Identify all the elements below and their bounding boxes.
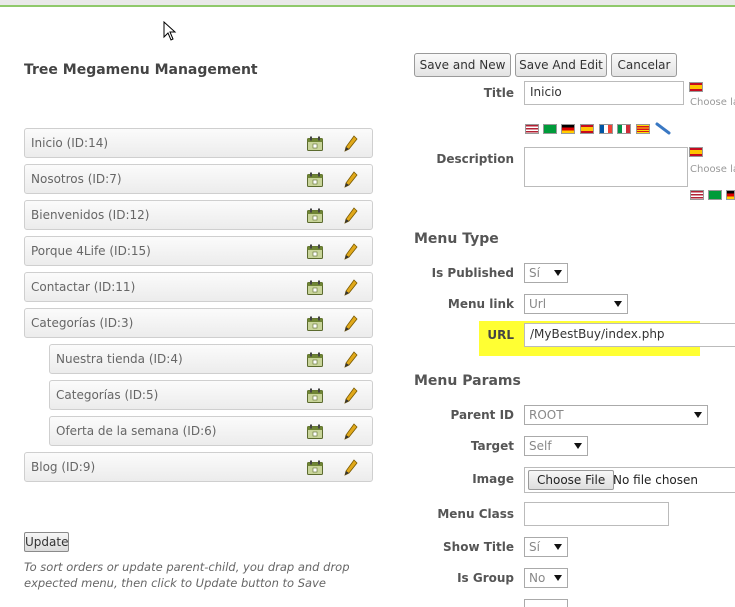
tree-item[interactable]: Oferta de la semana (ID:6): [49, 416, 373, 446]
flag-de-icon[interactable]: [726, 190, 735, 200]
translate-tool-icon[interactable]: [655, 122, 671, 135]
description-label: Description: [436, 152, 514, 166]
calendar-icon[interactable]: [307, 424, 323, 439]
calendar-icon[interactable]: [307, 352, 323, 367]
choose-language-text: Choose la: [690, 164, 735, 175]
calendar-icon[interactable]: [307, 388, 323, 403]
tree-item-label: Contactar (ID:11): [31, 280, 136, 294]
pencil-edit-icon[interactable]: [344, 387, 358, 404]
tree-item-label: Categorías (ID:5): [56, 388, 159, 402]
flag-us-icon[interactable]: [690, 190, 704, 200]
tree-item[interactable]: Contactar (ID:11): [24, 272, 373, 302]
is-group-select[interactable]: No: [524, 568, 568, 588]
calendar-icon[interactable]: [307, 280, 323, 295]
pencil-edit-icon[interactable]: [344, 315, 358, 332]
menu-link-label: Menu link: [447, 297, 514, 311]
calendar-icon[interactable]: [307, 316, 323, 331]
title-input[interactable]: Inicio: [524, 81, 684, 105]
tree-item[interactable]: Porque 4Life (ID:15): [24, 236, 373, 266]
calendar-icon[interactable]: [307, 208, 323, 223]
menu-type-heading: Menu Type: [414, 231, 499, 247]
tree-title: Tree Megamenu Management: [24, 62, 258, 78]
is-published-select[interactable]: Sí: [524, 263, 568, 283]
tree-item[interactable]: Inicio (ID:14): [24, 128, 373, 158]
parent-id-select[interactable]: ROOT: [524, 405, 708, 425]
top-bar: [0, 0, 735, 7]
menu-class-label: Menu Class: [437, 507, 514, 521]
tree-item[interactable]: Blog (ID:9): [24, 452, 373, 482]
flag-br-icon[interactable]: [708, 190, 722, 200]
tree-item[interactable]: Nosotros (ID:7): [24, 164, 373, 194]
flag-fr-icon[interactable]: [599, 124, 613, 134]
partial-select[interactable]: [524, 599, 568, 607]
show-title-select[interactable]: Sí: [524, 537, 568, 557]
pencil-edit-icon[interactable]: [344, 459, 358, 476]
show-title-label: Show Title: [443, 540, 514, 554]
description-textarea[interactable]: [524, 147, 688, 187]
save-and-new-button[interactable]: Save and New: [414, 53, 511, 77]
target-select[interactable]: Self: [524, 436, 588, 456]
title-label: Title: [483, 86, 514, 100]
tree-item-label: Nuestra tienda (ID:4): [56, 352, 183, 366]
parent-id-label: Parent ID: [450, 408, 514, 422]
pencil-edit-icon[interactable]: [344, 171, 358, 188]
menu-params-heading: Menu Params: [414, 373, 521, 389]
url-label: URL: [487, 328, 514, 342]
tree-item-label: Inicio (ID:14): [31, 136, 109, 150]
menu-link-select[interactable]: Url: [524, 294, 628, 314]
calendar-icon[interactable]: [307, 172, 323, 187]
pencil-edit-icon[interactable]: [344, 423, 358, 440]
flag-us-icon[interactable]: [525, 124, 539, 134]
url-input[interactable]: /MyBestBuy/index.php: [524, 323, 735, 347]
tree-item-label: Oferta de la semana (ID:6): [56, 424, 217, 438]
cancel-button[interactable]: Cancelar: [611, 53, 677, 77]
choose-language-text: Choose la: [690, 97, 735, 108]
tree-item-label: Nosotros (ID:7): [31, 172, 122, 186]
flag-br-icon[interactable]: [543, 124, 557, 134]
tree-item-label: Blog (ID:9): [31, 460, 96, 474]
choose-file-button[interactable]: Choose File: [528, 470, 615, 490]
is-group-label: Is Group: [457, 571, 514, 585]
flag-it-icon[interactable]: [617, 124, 631, 134]
tree-item[interactable]: Nuestra tienda (ID:4): [49, 344, 373, 374]
flag-es-icon[interactable]: [689, 82, 703, 92]
tree-item-label: Bienvenidos (ID:12): [31, 208, 150, 222]
pencil-edit-icon[interactable]: [344, 351, 358, 368]
tree-item[interactable]: Categorías (ID:3): [24, 308, 373, 338]
flag-es-icon[interactable]: [580, 124, 594, 134]
calendar-icon[interactable]: [307, 136, 323, 151]
flag-es-icon[interactable]: [689, 147, 703, 157]
pencil-edit-icon[interactable]: [344, 279, 358, 296]
tree-item[interactable]: Bienvenidos (ID:12): [24, 200, 373, 230]
flag-ca-icon[interactable]: [636, 124, 650, 134]
pencil-edit-icon[interactable]: [344, 207, 358, 224]
tree-item[interactable]: Categorías (ID:5): [49, 380, 373, 410]
no-file-text: No file chosen: [613, 473, 699, 487]
flag-de-icon[interactable]: [561, 124, 575, 134]
mouse-cursor-icon: [163, 21, 177, 41]
save-and-edit-button[interactable]: Save And Edit: [515, 53, 607, 77]
tree-item-label: Categorías (ID:3): [31, 316, 134, 330]
sort-hint: To sort orders or update parent-child, y…: [24, 560, 350, 590]
calendar-icon[interactable]: [307, 244, 323, 259]
update-button[interactable]: Update: [24, 532, 69, 552]
pencil-edit-icon[interactable]: [344, 135, 358, 152]
calendar-icon[interactable]: [307, 460, 323, 475]
image-label: Image: [472, 472, 514, 486]
is-published-label: Is Published: [431, 266, 514, 280]
pencil-edit-icon[interactable]: [344, 243, 358, 260]
target-label: Target: [470, 439, 514, 453]
tree-item-label: Porque 4Life (ID:15): [31, 244, 151, 258]
menu-class-input[interactable]: [524, 502, 669, 526]
